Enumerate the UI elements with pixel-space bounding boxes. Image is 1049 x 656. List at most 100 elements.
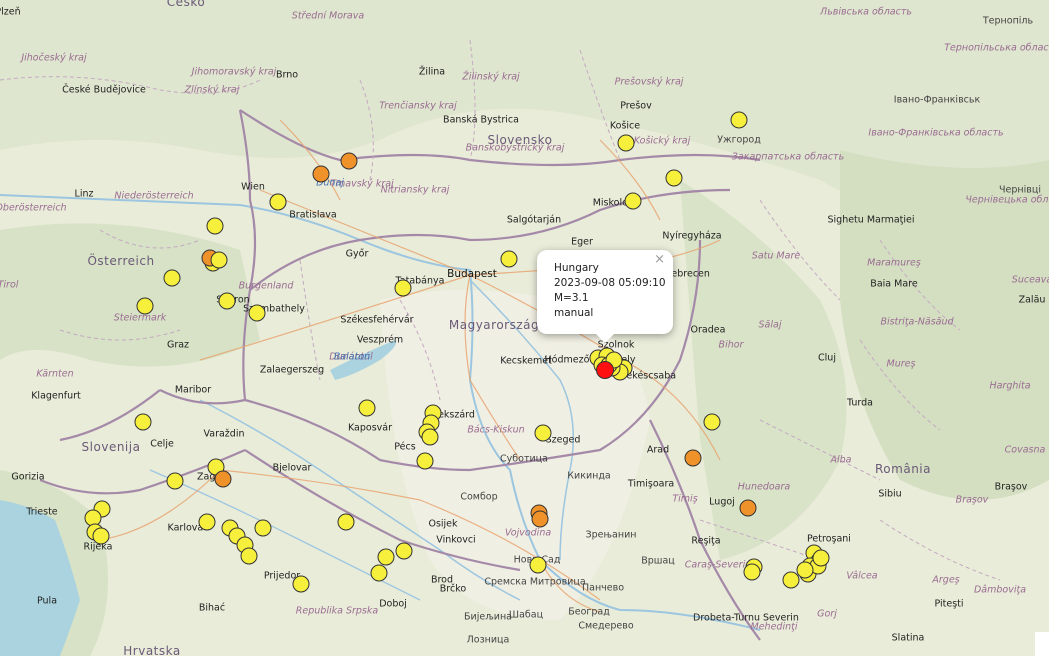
quake-marker[interactable]: [370, 564, 388, 582]
quake-marker[interactable]: [269, 193, 287, 211]
cyr-label: Кикинда: [567, 470, 611, 482]
quake-marker[interactable]: [292, 575, 310, 593]
quake-marker[interactable]: [421, 428, 439, 446]
quake-marker[interactable]: [340, 152, 358, 170]
region-label: Argeş: [932, 574, 960, 586]
quake-marker[interactable]: [703, 413, 721, 431]
quake-marker[interactable]: [500, 250, 518, 268]
city-label: Gorizia: [11, 471, 45, 483]
city-label: Pula: [36, 595, 58, 607]
quake-marker[interactable]: [730, 111, 748, 129]
cyr-label: Смедерево: [578, 620, 634, 632]
quake-marker[interactable]: [743, 563, 761, 581]
region-label: Burgenland: [238, 280, 294, 292]
quake-marker[interactable]: [796, 561, 814, 579]
quake-marker[interactable]: [531, 510, 549, 528]
city-label: Bihać: [198, 602, 226, 614]
quake-marker[interactable]: [416, 452, 434, 470]
popup-magnitude: M=3.1: [554, 292, 589, 304]
region-label: Tirol: [0, 279, 19, 291]
quake-marker-selected[interactable]: [596, 361, 614, 379]
quake-marker[interactable]: [218, 292, 236, 310]
quake-marker[interactable]: [206, 217, 224, 235]
city-label: Győr: [345, 248, 369, 260]
region-label: Střední Morava: [291, 10, 365, 22]
city-label: Bjelovar: [272, 462, 312, 474]
region-label: Prešovský kraj: [614, 76, 684, 88]
country-label: Hrvatska: [123, 644, 181, 656]
region-label: Hunedoara: [737, 481, 791, 493]
quake-marker[interactable]: [210, 251, 228, 269]
quake-marker[interactable]: [166, 472, 184, 490]
city-label: Wien: [241, 181, 265, 193]
region-label: Alba: [830, 454, 852, 466]
quake-marker[interactable]: [337, 513, 355, 531]
water-label: Balaton: [333, 351, 371, 363]
quake-marker[interactable]: [214, 470, 232, 488]
city-label: Doboj: [379, 598, 407, 610]
quake-marker[interactable]: [395, 542, 413, 560]
quake-marker[interactable]: [394, 279, 412, 297]
city-label: Baia Mare: [870, 278, 918, 290]
city-label: Žilina: [418, 66, 446, 78]
quake-marker[interactable]: [136, 297, 154, 315]
map-corner: [1035, 632, 1049, 656]
cyr-label: Зрењанин: [585, 529, 637, 541]
quake-popup: × Hungary 2023-09-08 05:09:10 M=3.1 manu…: [537, 250, 673, 343]
city-label: Cluj: [818, 352, 836, 364]
quake-marker[interactable]: [812, 549, 830, 567]
country-label: România: [875, 462, 931, 476]
city-label: Oradea: [690, 324, 726, 336]
map-view[interactable]: Česko Slovensko Magyarország Österreich Slov…: [0, 0, 1049, 656]
city-label: Petroşani: [807, 533, 851, 545]
quake-marker[interactable]: [358, 399, 376, 417]
region-label: Закарпатська область: [731, 151, 845, 163]
city-label: Veszprém: [356, 334, 404, 346]
quake-marker[interactable]: [665, 169, 683, 187]
quake-marker[interactable]: [254, 519, 272, 537]
city-label: Vinkovci: [436, 534, 476, 546]
region-label: Kärnten: [36, 368, 74, 380]
city-label: Bratislava: [289, 209, 337, 221]
region-label: Vojvodina: [504, 527, 552, 539]
region-label: Maramureş: [867, 257, 921, 269]
quake-marker[interactable]: [529, 556, 547, 574]
region-label: Jihočeský kraj: [21, 52, 87, 64]
city-label: Prešov: [620, 100, 652, 112]
popup-type: manual: [554, 307, 594, 319]
region-label: Івано-Франківська область: [868, 127, 1004, 139]
quake-marker[interactable]: [617, 134, 635, 152]
region-label: Trenčiansky kraj: [379, 100, 457, 112]
region-label: Suceava: [1011, 274, 1049, 286]
quake-marker[interactable]: [134, 413, 152, 431]
cyr-label: Шабац: [508, 609, 544, 621]
quake-marker[interactable]: [240, 547, 258, 565]
quake-marker[interactable]: [624, 192, 642, 210]
city-label: Celje: [150, 438, 174, 450]
region-label: Львівська область: [820, 6, 912, 18]
city-label: Plzeň: [0, 6, 21, 18]
city-label: Slatina: [891, 632, 925, 644]
quake-marker[interactable]: [163, 269, 181, 287]
quake-marker[interactable]: [92, 527, 110, 545]
quake-marker[interactable]: [198, 513, 216, 531]
region-label: Vâlcea: [846, 570, 878, 582]
region-label: Republika Srpska: [295, 605, 379, 617]
quake-marker[interactable]: [739, 499, 757, 517]
city-label: Budapest: [447, 268, 497, 280]
region-label: Mureş: [886, 358, 916, 370]
quake-marker[interactable]: [312, 165, 330, 183]
region-label: Covasna: [1004, 444, 1046, 456]
close-icon[interactable]: ×: [654, 252, 665, 267]
quake-marker[interactable]: [534, 424, 552, 442]
region-label: Steiermark: [113, 312, 167, 324]
region-label: Тернопільська область: [944, 42, 1049, 54]
quake-marker[interactable]: [248, 304, 266, 322]
region-label: Sălaj: [758, 319, 782, 331]
quake-marker[interactable]: [377, 548, 395, 566]
quake-marker[interactable]: [684, 449, 702, 467]
city-label: Linz: [74, 188, 94, 200]
city-label: Kaposvár: [347, 422, 393, 434]
country-label: Česko: [166, 0, 206, 9]
city-label: Braşov: [994, 481, 1028, 493]
